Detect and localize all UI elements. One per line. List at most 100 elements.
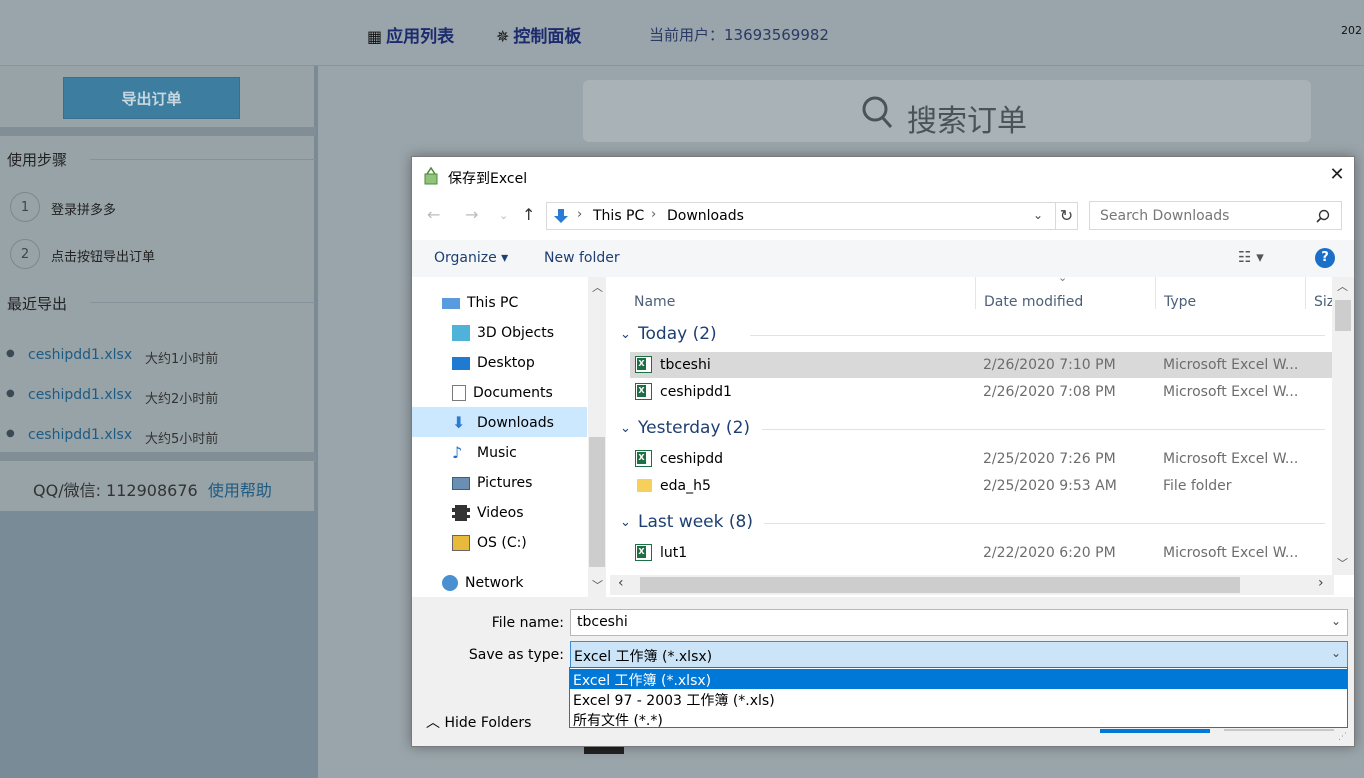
divider bbox=[762, 429, 1325, 430]
cube-icon bbox=[452, 325, 470, 341]
contact-text: QQ/微信: 112908676 bbox=[33, 481, 198, 500]
collapse-chevron-icon[interactable]: ⌄ bbox=[620, 327, 631, 342]
file-row[interactable]: ceshipdd12/26/2020 7:08 PMMicrosoft Exce… bbox=[630, 379, 1334, 405]
save-button[interactable] bbox=[1100, 729, 1210, 733]
chevron-down-icon[interactable]: ⌄ bbox=[1331, 646, 1341, 660]
recent-file-link[interactable]: ceshipdd1.xlsx bbox=[28, 387, 132, 403]
scroll-left-icon[interactable]: ‹ bbox=[618, 575, 624, 591]
drive-icon bbox=[452, 535, 470, 551]
chevron-down-icon[interactable]: ⌄ bbox=[1331, 614, 1341, 628]
type-option[interactable]: Excel 97 - 2003 工作簿 (*.xls) bbox=[570, 689, 1347, 709]
music-icon: ♪ bbox=[452, 443, 463, 462]
type-option[interactable]: 所有文件 (*.*) bbox=[570, 709, 1347, 729]
recent-time: 大约5小时前 bbox=[145, 432, 219, 447]
breadcrumb-this-pc[interactable]: This PC bbox=[593, 208, 644, 224]
network-icon bbox=[442, 575, 458, 591]
cancel-button[interactable] bbox=[1224, 729, 1334, 731]
divider bbox=[750, 335, 1325, 336]
step-number: 2 bbox=[10, 239, 40, 269]
search-placeholder: Search Downloads bbox=[1100, 208, 1230, 224]
divider bbox=[764, 523, 1325, 524]
up-arrow-icon[interactable]: ↑ bbox=[522, 205, 535, 224]
folder-row[interactable]: eda_h5 2/25/2020 9:53 AM File folder bbox=[630, 473, 1334, 499]
help-icon[interactable]: ? bbox=[1315, 248, 1335, 268]
nav-app-list[interactable]: ▦ 应用列表 bbox=[367, 22, 454, 47]
column-type[interactable]: Type bbox=[1164, 294, 1196, 310]
chevron-down-icon[interactable]: ⌄ bbox=[1033, 208, 1043, 222]
chevron-right-icon: › bbox=[651, 207, 657, 222]
divider bbox=[90, 159, 316, 160]
hide-folders-button[interactable]: ︿ Hide Folders bbox=[426, 712, 531, 732]
help-link[interactable]: 使用帮助 bbox=[208, 481, 272, 500]
refresh-icon[interactable]: ↻ bbox=[1055, 202, 1077, 230]
pin-icon: ● bbox=[6, 348, 15, 359]
file-row[interactable]: ceshipdd2/25/2020 7:26 PMMicrosoft Excel… bbox=[630, 446, 1334, 472]
pin-icon: ● bbox=[6, 388, 15, 399]
column-divider bbox=[1155, 277, 1156, 309]
file-row[interactable]: lut12/22/2020 6:20 PMMicrosoft Excel W..… bbox=[630, 540, 1334, 564]
divider bbox=[0, 452, 316, 461]
scroll-right-icon[interactable]: › bbox=[1318, 575, 1324, 591]
recent-time: 大约2小时前 bbox=[145, 392, 219, 407]
step-number: 1 bbox=[10, 192, 40, 222]
new-folder-button[interactable]: New folder bbox=[544, 250, 620, 266]
date-text: 202 bbox=[1341, 24, 1362, 37]
download-icon bbox=[554, 209, 568, 223]
column-name[interactable]: Name bbox=[634, 294, 675, 310]
download-icon: ⬇ bbox=[452, 413, 466, 432]
export-orders-button[interactable]: 导出订单 bbox=[63, 77, 240, 119]
chevron-up-icon: ︿ bbox=[426, 715, 440, 731]
step-text: 登录拼多多 bbox=[51, 203, 117, 218]
close-icon[interactable]: ✕ bbox=[1327, 165, 1347, 185]
document-icon bbox=[452, 385, 466, 401]
search-downloads-input[interactable]: Search Downloads bbox=[1089, 201, 1342, 230]
desktop-icon bbox=[452, 356, 470, 370]
nav-scrollbar-thumb[interactable] bbox=[589, 437, 605, 567]
collapse-chevron-icon[interactable]: ⌄ bbox=[620, 421, 631, 436]
file-row[interactable]: tbceshi2/26/2020 7:10 PMMicrosoft Excel … bbox=[630, 352, 1334, 378]
group-header[interactable]: Last week (8) bbox=[638, 512, 753, 532]
breadcrumb-downloads[interactable]: Downloads bbox=[667, 208, 744, 224]
file-name-input[interactable]: tbceshi ⌄ bbox=[570, 609, 1348, 636]
steps-title: 使用步骤 bbox=[7, 151, 68, 169]
nav-control-panel[interactable]: ✵ 控制面板 bbox=[496, 22, 581, 47]
sort-chevron-icon: ⌄ bbox=[1058, 271, 1068, 284]
pin-icon: ● bbox=[6, 428, 15, 439]
column-date-modified[interactable]: Date modified bbox=[984, 294, 1083, 310]
excel-file-icon bbox=[635, 356, 652, 373]
recent-file-link[interactable]: ceshipdd1.xlsx bbox=[28, 427, 132, 443]
type-option[interactable]: Excel 工作簿 (*.xlsx) bbox=[570, 669, 1347, 689]
pictures-icon bbox=[452, 476, 470, 490]
file-name-label: File name: bbox=[491, 615, 564, 631]
forward-arrow-icon[interactable]: → bbox=[465, 205, 478, 224]
group-header[interactable]: Today (2) bbox=[638, 324, 717, 344]
column-divider bbox=[975, 277, 976, 309]
scroll-up-icon[interactable]: ︿ bbox=[592, 279, 603, 295]
dialog-title: 保存到Excel bbox=[448, 171, 528, 187]
contact-row: QQ/微信: 112908676 使用帮助 bbox=[33, 477, 272, 501]
resize-grip-icon[interactable]: ⋰ bbox=[1338, 732, 1347, 742]
address-bar[interactable]: › This PC › Downloads ⌄ ↻ bbox=[546, 202, 1078, 230]
save-dialog: 保存到Excel ✕ ← → ⌄ ↑ › This PC › Downloads… bbox=[411, 156, 1355, 747]
scroll-down-icon[interactable]: ﹀ bbox=[592, 577, 603, 593]
current-user: 当前用户：13693569982 bbox=[649, 26, 829, 44]
save-type-select[interactable]: Excel 工作簿 (*.xlsx) ⌄ bbox=[570, 641, 1348, 668]
collapse-chevron-icon[interactable]: ⌄ bbox=[620, 515, 631, 530]
chevron-right-icon: › bbox=[577, 207, 583, 222]
scroll-down-icon[interactable]: ﹀ bbox=[1337, 555, 1348, 571]
folder-icon bbox=[637, 479, 652, 492]
organize-menu[interactable]: Organize ▾ bbox=[434, 250, 508, 266]
save-type-label: Save as type: bbox=[468, 647, 564, 663]
horizontal-scrollbar-thumb[interactable] bbox=[640, 577, 1240, 593]
group-header[interactable]: Yesterday (2) bbox=[638, 418, 750, 438]
recent-locations-icon[interactable]: ⌄ bbox=[499, 209, 508, 222]
videos-icon bbox=[452, 505, 470, 521]
step-text: 点击按钮导出订单 bbox=[51, 250, 156, 265]
back-arrow-icon[interactable]: ← bbox=[427, 205, 440, 224]
column-divider bbox=[1305, 277, 1306, 309]
scroll-up-icon[interactable]: ︿ bbox=[1337, 278, 1348, 294]
search-icon bbox=[1316, 209, 1330, 223]
file-list-scrollbar-thumb[interactable] bbox=[1335, 300, 1351, 331]
view-options-icon[interactable]: ☷ ▾ bbox=[1238, 248, 1264, 266]
recent-file-link[interactable]: ceshipdd1.xlsx bbox=[28, 347, 132, 363]
